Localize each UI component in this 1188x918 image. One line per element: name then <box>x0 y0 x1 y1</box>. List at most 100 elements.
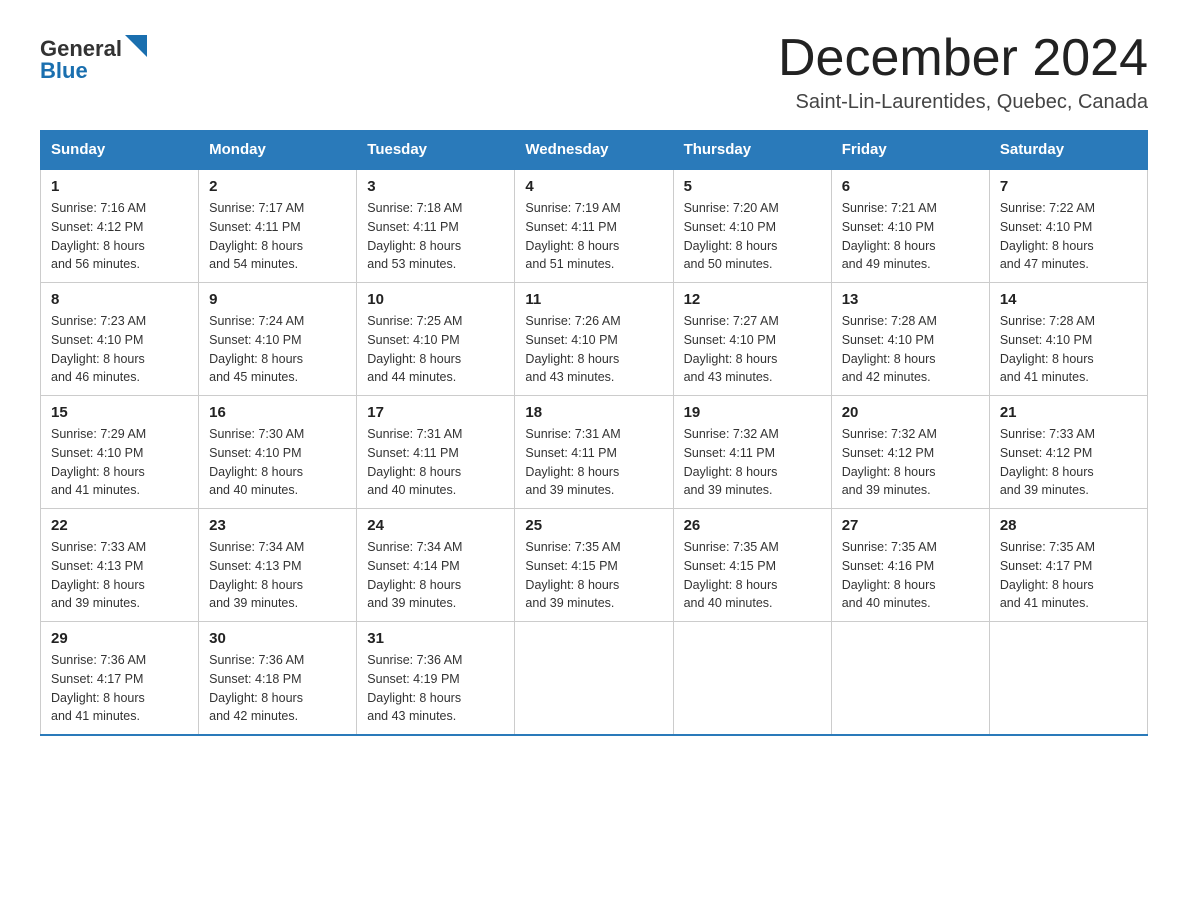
calendar-week-4: 22 Sunrise: 7:33 AMSunset: 4:13 PMDayligh… <box>41 509 1148 622</box>
calendar-cell: 15 Sunrise: 7:29 AMSunset: 4:10 PMDayligh… <box>41 396 199 509</box>
calendar-cell: 20Sunrise: 7:32 AMSunset: 4:12 PMDayligh… <box>831 396 989 509</box>
page-header: General Blue December 2024 Saint-Lin-Lau… <box>40 30 1148 114</box>
day-number: 17 <box>367 404 504 421</box>
calendar-cell: 6 Sunrise: 7:21 AMSunset: 4:10 PMDaylight… <box>831 169 989 283</box>
calendar-cell: 4 Sunrise: 7:19 AMSunset: 4:11 PMDaylight… <box>515 169 673 283</box>
day-number: 21 <box>1000 404 1137 421</box>
day-info: Sunrise: 7:16 AMSunset: 4:12 PMDaylight:… <box>51 199 188 274</box>
day-info: Sunrise: 7:28 AMSunset: 4:10 PMDaylight:… <box>842 312 979 387</box>
calendar-cell: 16Sunrise: 7:30 AMSunset: 4:10 PMDayligh… <box>199 396 357 509</box>
day-number: 5 <box>684 178 821 195</box>
day-number: 12 <box>684 291 821 308</box>
day-number: 16 <box>209 404 346 421</box>
calendar-cell: 24 Sunrise: 7:34 AMSunset: 4:14 PMDayligh… <box>357 509 515 622</box>
day-number: 11 <box>525 291 662 308</box>
day-info: Sunrise: 7:31 AMSunset: 4:11 PMDaylight:… <box>525 425 662 500</box>
calendar-cell: 9Sunrise: 7:24 AMSunset: 4:10 PMDaylight… <box>199 283 357 396</box>
day-number: 6 <box>842 178 979 195</box>
day-info: Sunrise: 7:19 AMSunset: 4:11 PMDaylight:… <box>525 199 662 274</box>
calendar-cell: 23Sunrise: 7:34 AMSunset: 4:13 PMDayligh… <box>199 509 357 622</box>
day-info: Sunrise: 7:35 AMSunset: 4:15 PMDaylight:… <box>525 538 662 613</box>
calendar-cell <box>673 622 831 736</box>
day-info: Sunrise: 7:35 AMSunset: 4:17 PMDaylight:… <box>1000 538 1137 613</box>
logo-text-general: General <box>40 38 122 60</box>
day-number: 1 <box>51 178 188 195</box>
dow-header-saturday: Saturday <box>989 131 1147 170</box>
calendar-cell: 14Sunrise: 7:28 AMSunset: 4:10 PMDayligh… <box>989 283 1147 396</box>
day-number: 4 <box>525 178 662 195</box>
calendar-cell: 25 Sunrise: 7:35 AMSunset: 4:15 PMDayligh… <box>515 509 673 622</box>
calendar-week-1: 1 Sunrise: 7:16 AMSunset: 4:12 PMDaylight… <box>41 169 1148 283</box>
calendar-cell <box>831 622 989 736</box>
day-number: 23 <box>209 517 346 534</box>
page-subtitle: Saint-Lin-Laurentides, Quebec, Canada <box>778 91 1148 114</box>
day-info: Sunrise: 7:32 AMSunset: 4:11 PMDaylight:… <box>684 425 821 500</box>
day-info: Sunrise: 7:21 AMSunset: 4:10 PMDaylight:… <box>842 199 979 274</box>
day-info: Sunrise: 7:33 AMSunset: 4:12 PMDaylight:… <box>1000 425 1137 500</box>
day-info: Sunrise: 7:20 AMSunset: 4:10 PMDaylight:… <box>684 199 821 274</box>
calendar-cell: 18 Sunrise: 7:31 AMSunset: 4:11 PMDayligh… <box>515 396 673 509</box>
calendar-cell: 13 Sunrise: 7:28 AMSunset: 4:10 PMDayligh… <box>831 283 989 396</box>
day-info: Sunrise: 7:18 AMSunset: 4:11 PMDaylight:… <box>367 199 504 274</box>
calendar-cell <box>989 622 1147 736</box>
day-number: 19 <box>684 404 821 421</box>
calendar-cell: 30Sunrise: 7:36 AMSunset: 4:18 PMDayligh… <box>199 622 357 736</box>
day-number: 25 <box>525 517 662 534</box>
day-info: Sunrise: 7:29 AMSunset: 4:10 PMDaylight:… <box>51 425 188 500</box>
dow-header-sunday: Sunday <box>41 131 199 170</box>
dow-header-thursday: Thursday <box>673 131 831 170</box>
day-number: 24 <box>367 517 504 534</box>
calendar-cell: 22 Sunrise: 7:33 AMSunset: 4:13 PMDayligh… <box>41 509 199 622</box>
day-info: Sunrise: 7:34 AMSunset: 4:14 PMDaylight:… <box>367 538 504 613</box>
calendar-cell: 31 Sunrise: 7:36 AMSunset: 4:19 PMDayligh… <box>357 622 515 736</box>
day-number: 30 <box>209 630 346 647</box>
day-info: Sunrise: 7:23 AMSunset: 4:10 PMDaylight:… <box>51 312 188 387</box>
day-info: Sunrise: 7:33 AMSunset: 4:13 PMDaylight:… <box>51 538 188 613</box>
day-number: 27 <box>842 517 979 534</box>
day-info: Sunrise: 7:17 AMSunset: 4:11 PMDaylight:… <box>209 199 346 274</box>
days-of-week-row: SundayMondayTuesdayWednesdayThursdayFrid… <box>41 131 1148 170</box>
calendar-cell: 11 Sunrise: 7:26 AMSunset: 4:10 PMDayligh… <box>515 283 673 396</box>
calendar-cell: 8 Sunrise: 7:23 AMSunset: 4:10 PMDaylight… <box>41 283 199 396</box>
day-info: Sunrise: 7:22 AMSunset: 4:10 PMDaylight:… <box>1000 199 1137 274</box>
day-info: Sunrise: 7:35 AMSunset: 4:15 PMDaylight:… <box>684 538 821 613</box>
logo-icon: General Blue <box>40 35 147 82</box>
calendar-cell: 2 Sunrise: 7:17 AMSunset: 4:11 PMDaylight… <box>199 169 357 283</box>
day-number: 8 <box>51 291 188 308</box>
day-number: 3 <box>367 178 504 195</box>
calendar-cell: 12 Sunrise: 7:27 AMSunset: 4:10 PMDayligh… <box>673 283 831 396</box>
calendar-cell: 1 Sunrise: 7:16 AMSunset: 4:12 PMDaylight… <box>41 169 199 283</box>
day-number: 29 <box>51 630 188 647</box>
day-number: 15 <box>51 404 188 421</box>
day-number: 7 <box>1000 178 1137 195</box>
day-number: 18 <box>525 404 662 421</box>
dow-header-monday: Monday <box>199 131 357 170</box>
day-info: Sunrise: 7:35 AMSunset: 4:16 PMDaylight:… <box>842 538 979 613</box>
dow-header-wednesday: Wednesday <box>515 131 673 170</box>
calendar-cell: 10Sunrise: 7:25 AMSunset: 4:10 PMDayligh… <box>357 283 515 396</box>
day-info: Sunrise: 7:27 AMSunset: 4:10 PMDaylight:… <box>684 312 821 387</box>
day-info: Sunrise: 7:26 AMSunset: 4:10 PMDaylight:… <box>525 312 662 387</box>
day-number: 22 <box>51 517 188 534</box>
day-info: Sunrise: 7:36 AMSunset: 4:17 PMDaylight:… <box>51 651 188 726</box>
day-number: 13 <box>842 291 979 308</box>
calendar-table: SundayMondayTuesdayWednesdayThursdayFrid… <box>40 130 1148 736</box>
logo-triangle-icon <box>125 35 147 57</box>
page-title: December 2024 <box>778 30 1148 87</box>
calendar-cell: 3 Sunrise: 7:18 AMSunset: 4:11 PMDaylight… <box>357 169 515 283</box>
day-info: Sunrise: 7:36 AMSunset: 4:19 PMDaylight:… <box>367 651 504 726</box>
logo-text-blue: Blue <box>40 60 88 82</box>
dow-header-tuesday: Tuesday <box>357 131 515 170</box>
day-number: 2 <box>209 178 346 195</box>
calendar-week-2: 8 Sunrise: 7:23 AMSunset: 4:10 PMDaylight… <box>41 283 1148 396</box>
day-number: 10 <box>367 291 504 308</box>
day-number: 9 <box>209 291 346 308</box>
calendar-cell <box>515 622 673 736</box>
calendar-cell: 26Sunrise: 7:35 AMSunset: 4:15 PMDayligh… <box>673 509 831 622</box>
day-number: 31 <box>367 630 504 647</box>
calendar-week-5: 29 Sunrise: 7:36 AMSunset: 4:17 PMDayligh… <box>41 622 1148 736</box>
calendar-cell: 21 Sunrise: 7:33 AMSunset: 4:12 PMDayligh… <box>989 396 1147 509</box>
calendar-cell: 5 Sunrise: 7:20 AMSunset: 4:10 PMDaylight… <box>673 169 831 283</box>
dow-header-friday: Friday <box>831 131 989 170</box>
calendar-cell: 29 Sunrise: 7:36 AMSunset: 4:17 PMDayligh… <box>41 622 199 736</box>
